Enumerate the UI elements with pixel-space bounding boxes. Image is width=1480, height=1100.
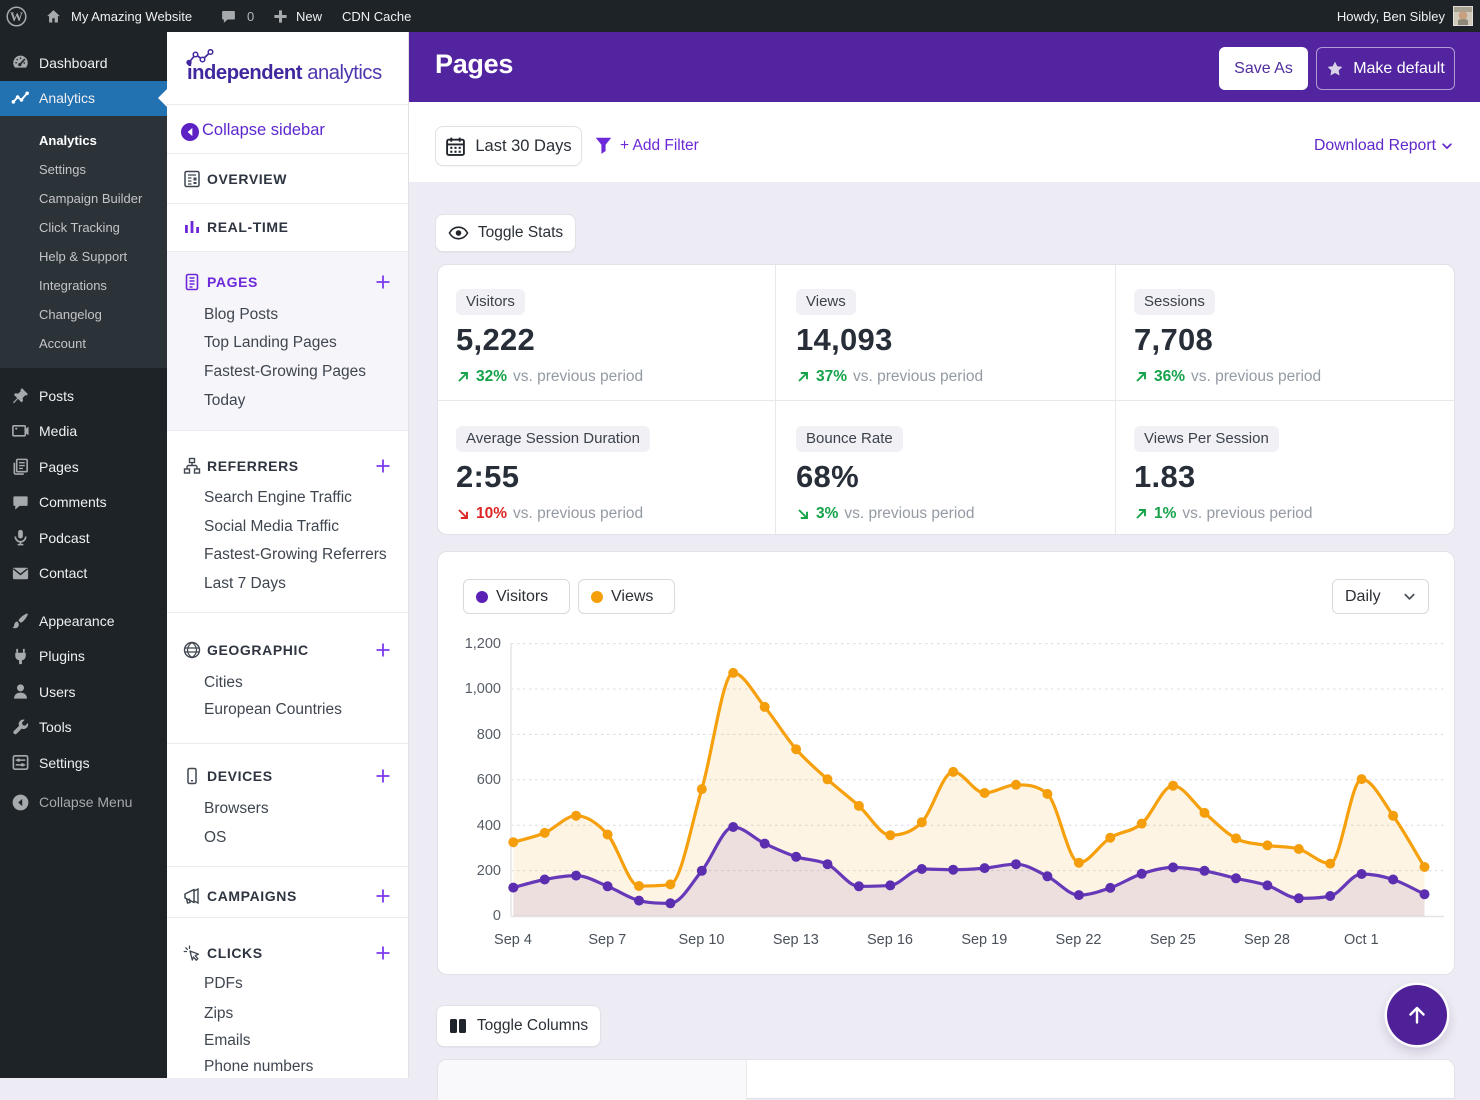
svg-text:W: W [10,9,23,24]
